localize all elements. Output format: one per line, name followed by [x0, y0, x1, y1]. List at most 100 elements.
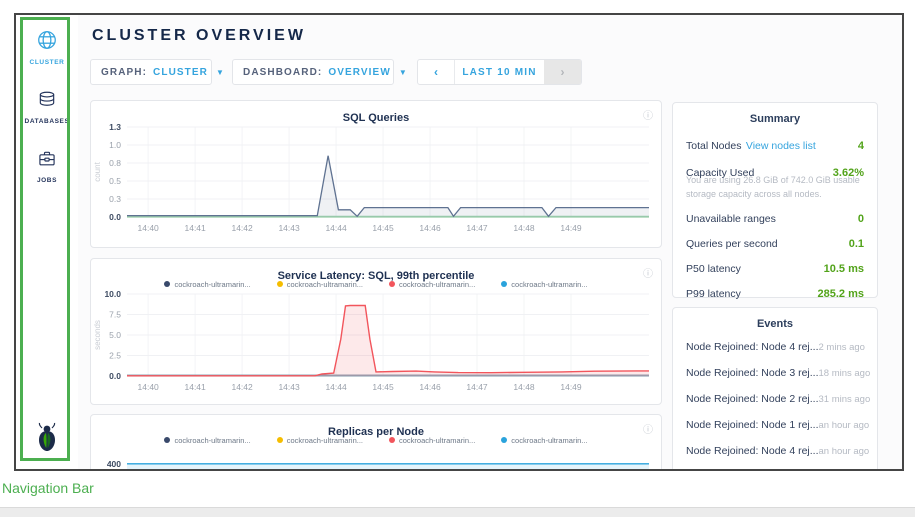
- svg-text:0.0: 0.0: [109, 371, 121, 381]
- sidebar-item-databases[interactable]: DATABASES: [16, 90, 78, 125]
- svg-text:14:43: 14:43: [278, 382, 300, 392]
- event-row: Node Rejoined: Node 3 rej... 18 mins ago: [686, 367, 864, 379]
- svg-text:400: 400: [107, 459, 121, 469]
- info-icon[interactable]: ⓘ: [643, 265, 653, 280]
- info-icon[interactable]: ⓘ: [643, 107, 653, 122]
- events-title: Events: [686, 318, 864, 330]
- legend-item[interactable]: cockroach-ultramarin...: [501, 278, 587, 290]
- chart-replicas-per-node: Replicas per Node ⓘ cockroach-ultramarin…: [90, 414, 662, 471]
- sidebar-item-label: JOBS: [16, 177, 78, 184]
- summary-panel: Summary Total Nodes View nodes list 4 Ca…: [672, 102, 878, 298]
- svg-text:14:48: 14:48: [513, 223, 535, 233]
- svg-text:5.0: 5.0: [109, 330, 121, 340]
- svg-text:14:47: 14:47: [466, 223, 488, 233]
- svg-text:10.0: 10.0: [104, 290, 121, 299]
- dashboard-dropdown[interactable]: DASHBOARD: OVERVIEW ▼: [232, 59, 394, 85]
- legend-dot-icon: [501, 437, 507, 443]
- summary-row-p99: P99 latency 285.2 ms: [686, 288, 864, 300]
- event-time: an hour ago: [819, 420, 870, 431]
- summary-row-total-nodes: Total Nodes View nodes list 4: [686, 136, 864, 154]
- svg-text:14:49: 14:49: [560, 382, 582, 392]
- event-time: 31 mins ago: [819, 394, 871, 405]
- svg-text:14:42: 14:42: [231, 382, 253, 392]
- svg-text:14:40: 14:40: [138, 382, 160, 392]
- chevron-down-icon: ▼: [216, 68, 225, 77]
- summary-label: P50 latency: [686, 263, 741, 275]
- summary-value: 10.5 ms: [824, 263, 864, 275]
- dashboard-dropdown-value: OVERVIEW: [328, 67, 391, 78]
- event-text[interactable]: Node Rejoined: Node 4 rej...: [686, 445, 819, 457]
- svg-text:0.5: 0.5: [109, 176, 121, 186]
- legend-label: cockroach-ultramarin...: [174, 436, 250, 445]
- events-panel: Events Node Rejoined: Node 4 rej... 2 mi…: [672, 307, 878, 471]
- event-row: Node Rejoined: Node 2 rej... 31 mins ago: [686, 393, 864, 405]
- event-text[interactable]: Node Rejoined: Node 1 rej...: [686, 419, 819, 431]
- svg-text:14:49: 14:49: [560, 223, 582, 233]
- annotation-highlight-box: [20, 17, 70, 461]
- summary-value: 0.1: [849, 238, 864, 250]
- legend-item[interactable]: cockroach-ultramarin...: [164, 278, 250, 290]
- event-row: Node Rejoined: Node 1 rej... an hour ago: [686, 419, 864, 431]
- svg-text:14:46: 14:46: [419, 223, 441, 233]
- chart-title: Service Latency: SQL, 99th percentile: [278, 270, 475, 282]
- event-text[interactable]: Node Rejoined: Node 3 rej...: [686, 367, 819, 379]
- legend-dot-icon: [164, 281, 170, 287]
- svg-text:7.5: 7.5: [109, 310, 121, 320]
- chart-title: Replicas per Node: [328, 426, 424, 438]
- sidebar-item-jobs[interactable]: JOBS: [16, 149, 78, 184]
- app-window: CLUSTER DATABASES: [14, 13, 904, 471]
- svg-text:14:45: 14:45: [372, 223, 394, 233]
- svg-text:14:46: 14:46: [419, 382, 441, 392]
- svg-text:14:41: 14:41: [184, 223, 206, 233]
- annotation-label: Navigation Bar: [2, 480, 94, 496]
- summary-row-p50: P50 latency 10.5 ms: [686, 263, 864, 275]
- bottom-strip: [0, 507, 915, 517]
- sql-queries-plot: 0.00.30.50.81.01.314:4014:4114:4214:4314…: [91, 119, 657, 235]
- graph-dropdown-label: GRAPH:: [101, 67, 147, 78]
- svg-text:14:47: 14:47: [466, 382, 488, 392]
- chevron-down-icon: ▼: [399, 68, 408, 77]
- event-time: 18 mins ago: [819, 368, 871, 379]
- svg-text:0.0: 0.0: [109, 212, 121, 222]
- svg-text:14:40: 14:40: [138, 223, 160, 233]
- info-icon[interactable]: ⓘ: [643, 421, 653, 436]
- database-icon: [37, 90, 57, 110]
- summary-label: P99 latency: [686, 288, 741, 300]
- summary-label: Total Nodes: [686, 140, 741, 152]
- svg-text:seconds: seconds: [93, 320, 102, 350]
- service-latency-plot: 0.02.55.07.510.014:4014:4114:4214:4314:4…: [91, 290, 657, 394]
- time-range-selector: ‹ LAST 10 MIN ›: [417, 59, 582, 85]
- legend-dot-icon: [277, 437, 283, 443]
- sidebar-item-label: CLUSTER: [16, 59, 78, 66]
- event-text[interactable]: Node Rejoined: Node 4 rej...: [686, 341, 819, 353]
- legend-item[interactable]: cockroach-ultramarin...: [164, 434, 250, 446]
- legend-item[interactable]: cockroach-ultramarin...: [501, 434, 587, 446]
- main-content: CLUSTER OVERVIEW GRAPH: CLUSTER ▼ DASHBO…: [90, 15, 662, 469]
- capacity-subtext: You are using 26.8 GiB of 742.0 GiB usab…: [686, 174, 864, 201]
- view-nodes-list-link[interactable]: View nodes list: [746, 140, 816, 152]
- time-range-label[interactable]: LAST 10 MIN: [455, 60, 544, 84]
- sidebar-item-cluster[interactable]: CLUSTER: [16, 29, 78, 66]
- briefcase-icon: [37, 149, 57, 169]
- legend-label: cockroach-ultramarin...: [174, 280, 250, 289]
- legend-label: cockroach-ultramarin...: [511, 436, 587, 445]
- svg-text:1.3: 1.3: [109, 122, 121, 132]
- event-text[interactable]: Node Rejoined: Node 2 rej...: [686, 393, 819, 405]
- event-row: Node Rejoined: Node 4 rej... an hour ago: [686, 445, 864, 457]
- dashboard-dropdown-label: DASHBOARD:: [243, 67, 322, 78]
- time-prev-button[interactable]: ‹: [418, 60, 455, 84]
- svg-text:0.8: 0.8: [109, 158, 121, 168]
- time-next-button: ›: [544, 60, 581, 84]
- event-time: 2 mins ago: [819, 342, 865, 353]
- event-time: an hour ago: [819, 446, 870, 457]
- cockroachdb-logo[interactable]: [16, 422, 78, 457]
- summary-value: 4: [858, 140, 864, 152]
- replicas-plot: 400: [91, 446, 657, 471]
- svg-text:14:41: 14:41: [184, 382, 206, 392]
- legend-dot-icon: [501, 281, 507, 287]
- summary-value: 285.2 ms: [818, 288, 864, 300]
- navigation-bar: CLUSTER DATABASES: [16, 15, 78, 469]
- svg-text:14:44: 14:44: [325, 223, 347, 233]
- graph-dropdown[interactable]: GRAPH: CLUSTER ▼: [90, 59, 212, 85]
- legend-label: cockroach-ultramarin...: [511, 280, 587, 289]
